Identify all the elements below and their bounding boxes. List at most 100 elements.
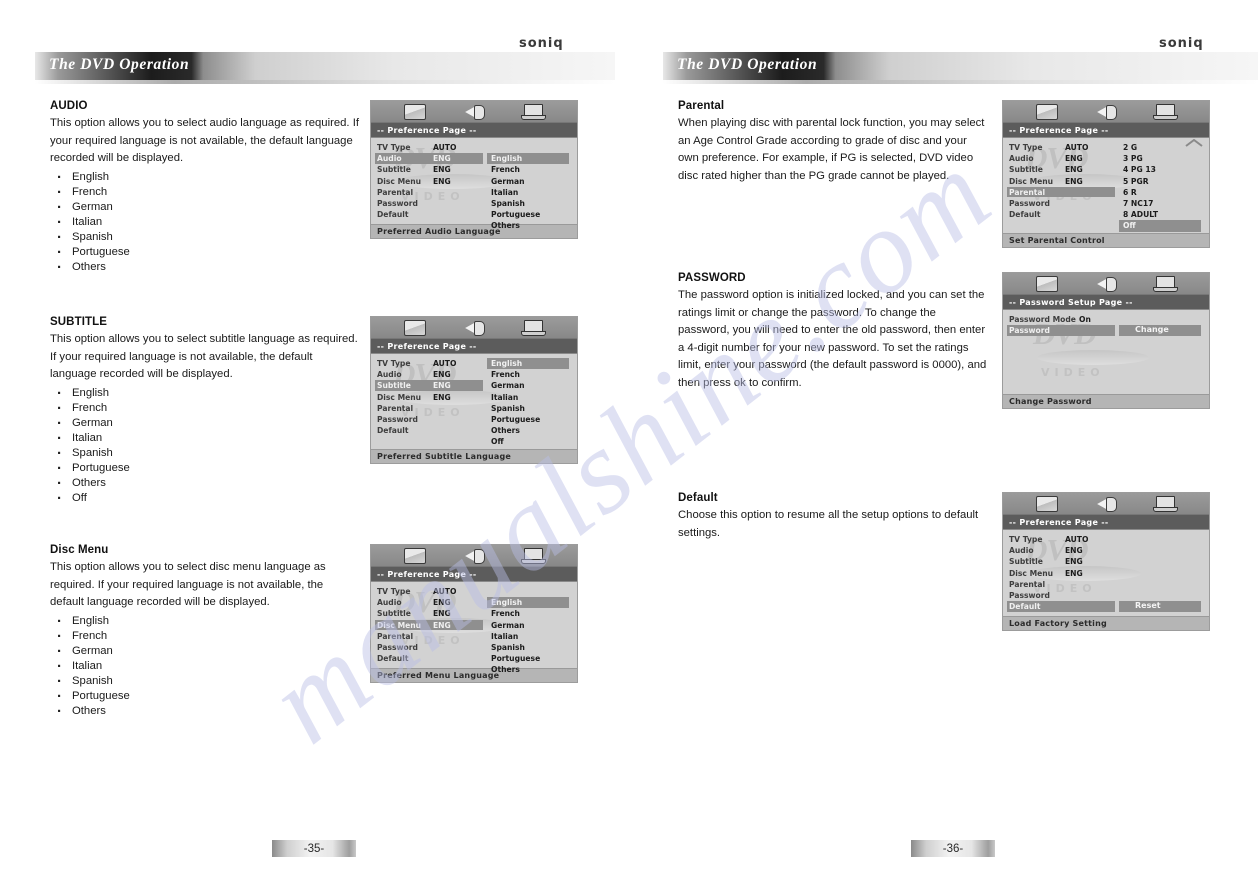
osd-row-subtitle[interactable]: Subtitle ENG: [1003, 556, 1209, 567]
list-item: English: [50, 384, 360, 404]
preferences-icon[interactable]: [520, 103, 547, 121]
preferences-icon[interactable]: [1152, 103, 1179, 121]
reset-button[interactable]: Reset: [1119, 601, 1201, 612]
row-label: Disc Menu: [1009, 176, 1054, 186]
osd-footer: Preferred Subtitle Language: [371, 449, 577, 463]
osd-option[interactable]: English: [487, 153, 569, 165]
speaker-icon[interactable]: [461, 547, 487, 565]
osd-option[interactable]: Portuguese: [487, 653, 569, 664]
row-value: ENG: [1065, 154, 1083, 164]
picture-icon[interactable]: [402, 103, 428, 121]
change-password-button[interactable]: Change: [1119, 325, 1201, 336]
section-body: This option allows you to select audio l…: [50, 117, 359, 165]
osd-footer: Set Parental Control: [1003, 233, 1209, 247]
osd-option[interactable]: 8 ADULT: [1119, 209, 1201, 220]
osd-footer: Change Password: [1003, 394, 1209, 408]
osd-row-audio[interactable]: Audio ENG: [1003, 545, 1209, 556]
osd-option[interactable]: Italian: [487, 392, 569, 403]
osd-row-list: TV Type AUTO Audio ENG Subtitle ENG Disc…: [371, 586, 577, 674]
osd-page-title: -- Preference Page --: [371, 567, 577, 582]
osd-option[interactable]: Others: [487, 425, 569, 436]
row-label: Subtitle: [377, 381, 411, 391]
osd-option[interactable]: Spanish: [487, 403, 569, 414]
osd-option[interactable]: Portuguese: [487, 209, 569, 220]
osd-preference-subtitle[interactable]: -- Preference Page -- DVD VIDEO TV Type …: [370, 316, 578, 464]
preferences-icon[interactable]: [520, 319, 547, 337]
osd-page-title: -- Preference Page --: [371, 339, 577, 354]
picture-icon[interactable]: [402, 547, 428, 565]
osd-row-tv-type[interactable]: TV Type AUTO: [1003, 534, 1209, 545]
osd-row-parental[interactable]: Parental: [1003, 579, 1209, 590]
row-value: ENG: [433, 165, 451, 175]
osd-option[interactable]: English: [487, 597, 569, 609]
bullet-list: English French German Italian Spanish Po…: [50, 384, 360, 509]
speaker-icon[interactable]: [461, 103, 487, 121]
osd-option[interactable]: English: [487, 358, 569, 370]
list-item: Spanish: [50, 444, 360, 464]
osd-option[interactable]: Off: [487, 436, 569, 447]
speaker-icon[interactable]: [1093, 495, 1119, 513]
osd-icon-bar: [371, 545, 577, 567]
osd-option[interactable]: Italian: [487, 631, 569, 642]
osd-preference-default[interactable]: -- Preference Page -- DVD VIDEO TV Type …: [1002, 492, 1210, 632]
osd-option[interactable]: Others: [487, 664, 569, 675]
osd-option[interactable]: German: [487, 380, 569, 391]
speaker-icon[interactable]: [461, 319, 487, 337]
osd-option[interactable]: German: [487, 620, 569, 631]
osd-preference-parental[interactable]: -- Preference Page -- DVD VIDEO TV Type …: [1002, 100, 1210, 248]
osd-row-disc-menu[interactable]: Disc Menu ENG: [1003, 568, 1209, 579]
osd-option[interactable]: 4 PG 13: [1119, 164, 1201, 175]
speaker-icon[interactable]: [1093, 275, 1119, 293]
osd-row-tv-type[interactable]: TV Type AUTO: [371, 142, 577, 153]
osd-option[interactable]: Others: [487, 220, 569, 231]
osd-row-tv-type[interactable]: TV Type AUTO: [371, 586, 577, 597]
row-value: ENG: [433, 392, 451, 402]
osd-option[interactable]: Off: [1119, 220, 1201, 232]
osd-option[interactable]: French: [487, 164, 569, 175]
picture-icon[interactable]: [1034, 495, 1060, 513]
scroll-up-arrow-icon[interactable]: [1185, 139, 1203, 147]
preferences-icon[interactable]: [1152, 495, 1179, 513]
row-value: AUTO: [1065, 535, 1089, 545]
bullet-list: English French German Italian Spanish Po…: [50, 612, 360, 722]
osd-row-password[interactable]: Password: [1003, 590, 1209, 601]
osd-option[interactable]: French: [487, 608, 569, 619]
preferences-icon[interactable]: [520, 547, 547, 565]
osd-option[interactable]: Spanish: [487, 642, 569, 653]
osd-option[interactable]: Spanish: [487, 198, 569, 209]
list-item: Others: [50, 702, 360, 722]
osd-row-password-mode[interactable]: Password Mode On: [1003, 314, 1209, 325]
osd-option[interactable]: French: [487, 369, 569, 380]
row-value: ENG: [433, 370, 451, 380]
osd-option[interactable]: 3 PG: [1119, 153, 1201, 164]
osd-footer: Load Factory Setting: [1003, 616, 1209, 631]
osd-password-setup[interactable]: -- Password Setup Page -- DVD VIDEO Pass…: [1002, 272, 1210, 409]
row-label: TV Type: [377, 143, 411, 153]
osd-option[interactable]: German: [487, 176, 569, 187]
section-heading: PASSWORD: [678, 272, 746, 284]
picture-icon[interactable]: [402, 319, 428, 337]
osd-preference-disc-menu[interactable]: -- Preference Page -- DVD VIDEO TV Type …: [370, 544, 578, 684]
osd-option[interactable]: Italian: [487, 187, 569, 198]
row-value: ENG: [1065, 176, 1083, 186]
section-heading: SUBTITLE: [50, 316, 108, 328]
osd-preference-audio[interactable]: -- Preference Page -- DVD VIDEO TV Type …: [370, 100, 578, 240]
picture-icon[interactable]: [1034, 275, 1060, 293]
osd-option[interactable]: Portuguese: [487, 414, 569, 425]
row-label: Password: [1009, 326, 1050, 336]
section-body: The password option is initialized locke…: [678, 289, 987, 390]
list-item: German: [50, 642, 360, 662]
row-value: ENG: [433, 381, 451, 391]
osd-icon-bar: [1003, 493, 1209, 515]
osd-option[interactable]: 6 R: [1119, 187, 1201, 198]
row-label: TV Type: [377, 359, 411, 369]
row-label: Password Mode: [1009, 315, 1076, 325]
osd-option[interactable]: 7 NC17: [1119, 198, 1201, 209]
osd-option[interactable]: 5 PGR: [1119, 176, 1201, 187]
speaker-icon[interactable]: [1093, 103, 1119, 121]
section-heading: Parental: [678, 100, 725, 112]
row-label: Disc Menu: [377, 620, 422, 630]
preferences-icon[interactable]: [1152, 275, 1179, 293]
row-label: TV Type: [1009, 143, 1043, 153]
picture-icon[interactable]: [1034, 103, 1060, 121]
